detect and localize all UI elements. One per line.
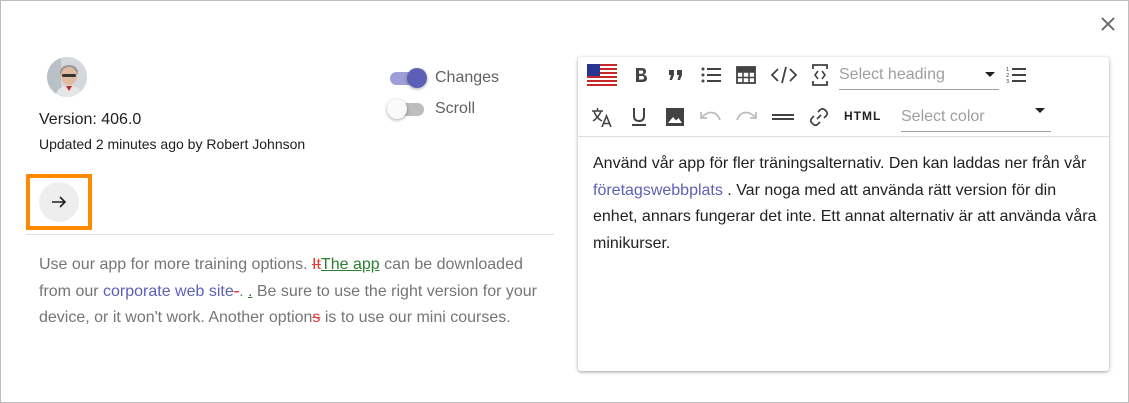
translate-button[interactable] xyxy=(589,104,615,130)
diff-text-segment: . xyxy=(239,282,248,300)
rich-text-editor: Select heading 1 2 3 HTML Select color A… xyxy=(578,57,1109,371)
redo-icon xyxy=(736,111,757,121)
link-icon xyxy=(809,107,829,127)
bold-icon xyxy=(636,68,647,82)
horizontal-rule-icon xyxy=(772,114,794,120)
editor-text-segment: Använd vår app för fler träningsalternat… xyxy=(593,155,1087,172)
horizontal-rule-button[interactable] xyxy=(770,104,796,130)
translate-icon xyxy=(592,108,612,128)
underline-button[interactable] xyxy=(626,104,652,130)
changes-toggle-label: Changes xyxy=(435,69,500,86)
deleted-text: It xyxy=(312,256,321,273)
avatar xyxy=(47,57,87,97)
diff-text-segment: Use our app for more training options. xyxy=(39,256,313,273)
bulleted-list-icon xyxy=(701,67,721,83)
scroll-toggle-row: Scroll xyxy=(387,98,475,120)
close-button[interactable] xyxy=(1097,13,1119,35)
chevron-down-icon xyxy=(985,72,995,77)
undo-button[interactable] xyxy=(698,104,724,130)
image-button[interactable] xyxy=(662,104,688,130)
code-button[interactable] xyxy=(769,62,799,88)
table-icon xyxy=(736,66,756,84)
heading-select[interactable]: Select heading xyxy=(839,60,999,90)
updated-info: Updated 2 minutes ago by Robert Johnson xyxy=(39,136,306,152)
svg-text:3: 3 xyxy=(1006,79,1009,84)
corporate-site-link[interactable]: corporate web site xyxy=(103,283,234,300)
divider xyxy=(26,234,554,235)
quote-icon xyxy=(669,70,682,80)
close-icon xyxy=(1101,17,1115,31)
chevron-down-icon xyxy=(1035,108,1045,113)
inserted-text: The app xyxy=(320,256,380,273)
apply-arrow-button[interactable] xyxy=(39,182,79,222)
color-select[interactable]: Select color xyxy=(901,102,1051,132)
code-icon xyxy=(770,66,798,84)
dialog: Version: 406.0 Updated 2 minutes ago by … xyxy=(0,0,1129,403)
version-label: Version: 406.0 xyxy=(39,111,142,128)
link-button[interactable] xyxy=(806,104,832,130)
scroll-toggle[interactable] xyxy=(387,98,427,120)
editor-toolbar: Select heading 1 2 3 HTML Select color xyxy=(578,57,1109,137)
numbered-list-button[interactable]: 1 2 3 xyxy=(1003,62,1029,88)
undo-icon xyxy=(700,111,721,121)
source-button[interactable] xyxy=(807,62,833,88)
diff-text: Use our app for more training options. I… xyxy=(39,252,549,332)
scroll-toggle-label: Scroll xyxy=(435,100,476,117)
table-button[interactable] xyxy=(733,62,759,88)
language-button[interactable] xyxy=(586,62,618,88)
underline-icon xyxy=(632,108,646,126)
bold-button[interactable] xyxy=(628,62,654,88)
changes-toggle[interactable] xyxy=(387,67,427,89)
source-icon xyxy=(812,64,828,86)
editor-content[interactable]: Använd vår app för fler träningsalternat… xyxy=(593,151,1098,257)
diff-text-segment: is to use our mini courses. xyxy=(320,309,511,326)
numbered-list-icon: 1 2 3 xyxy=(1006,67,1026,84)
company-website-link[interactable]: företagswebbplats xyxy=(593,182,723,199)
html-button[interactable]: HTML xyxy=(844,109,881,123)
bulleted-list-button[interactable] xyxy=(698,62,724,88)
redo-button[interactable] xyxy=(733,104,759,130)
us-flag-icon xyxy=(587,64,617,86)
image-icon xyxy=(666,108,684,126)
color-select-placeholder: Select color xyxy=(901,108,985,125)
arrow-right-icon xyxy=(52,196,67,208)
heading-select-placeholder: Select heading xyxy=(839,66,945,83)
quote-button[interactable] xyxy=(663,62,689,88)
changes-toggle-row: Changes xyxy=(387,67,499,89)
